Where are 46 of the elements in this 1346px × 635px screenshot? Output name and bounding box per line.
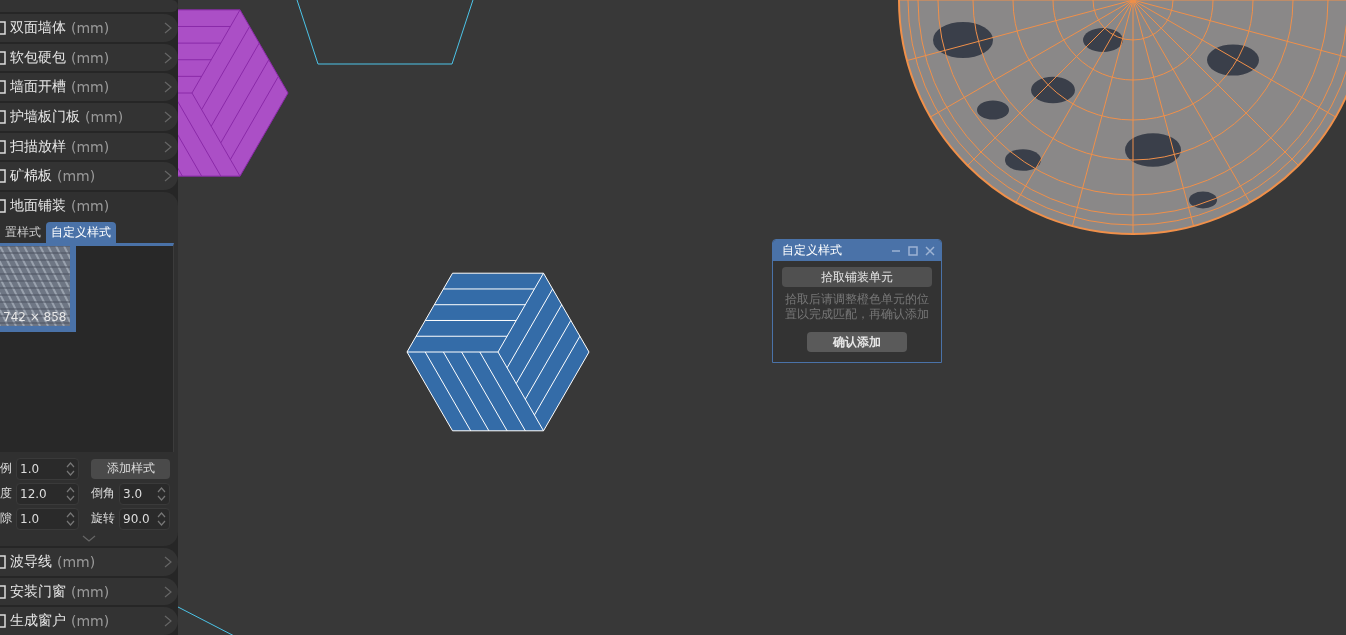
dialog-title: 自定义样式 [782,242,843,259]
style-thumbnail[interactable]: 742 × 858 [0,246,76,333]
chevron-right-icon [164,21,172,34]
chevron-down-icon[interactable] [82,535,96,543]
sidebar-item[interactable]: 墙面开槽 (mm) [0,73,178,101]
field-label: 例 [0,460,12,478]
spinner-arrows-icon [66,511,75,526]
spinner-arrows-icon [157,486,166,501]
field-label: 倒角 [91,485,115,503]
maximize-icon[interactable] [908,245,918,256]
sidebar-item[interactable]: 安装门窗 (mm) [0,577,178,606]
number-field[interactable]: 12.0 [16,482,79,505]
chevron-right-icon [164,615,172,628]
chevron-right-icon [164,555,172,568]
chevron-right-icon [164,140,172,153]
sidebar-item[interactable]: 双面墙体 (mm) [0,14,178,42]
chevron-right-icon [164,81,172,94]
sidebar-item[interactable]: 扫描放样 (mm) [0,132,178,161]
chevron-right-icon [164,51,172,64]
section-title: 地面铺装 [10,197,66,216]
sidebar-item[interactable]: 波导线 (mm) [0,548,178,576]
chevron-right-icon [164,170,172,183]
chevron-right-icon [164,585,172,598]
sidebar-item[interactable]: 软包硬包 (mm) [0,43,178,72]
pick-unit-button[interactable]: 拾取铺装单元 [782,267,932,287]
sidebar-item[interactable]: 生成窗户 (mm) [0,607,178,635]
number-field[interactable]: 1.0 [16,457,79,480]
field-label: 旋转 [91,510,115,528]
number-field[interactable]: 1.0 [16,507,79,530]
field-label: 隙 [0,510,12,528]
image-size: 742 × 858 [3,310,67,325]
sidebar-item[interactable]: 矿棉板 (mm) [0,162,178,191]
spinner-arrows-icon [66,461,75,476]
chevron-right-icon [164,110,172,123]
number-field[interactable]: 3.0 [119,482,170,505]
confirm-add-button[interactable]: 确认添加 [807,332,907,352]
spinner-arrows-icon [66,486,75,501]
number-field[interactable]: 90.0 [119,507,170,530]
tab[interactable]: 自定义样式 [46,222,116,244]
sidebar-item[interactable]: 护墙板门板 (mm) [0,103,178,131]
tab[interactable]: 置样式 [0,222,46,244]
spinner-arrows-icon [157,511,166,526]
unit-label: (mm) [71,198,111,215]
close-icon[interactable] [925,245,935,256]
field-label: 度 [0,485,12,503]
add-style-button[interactable]: 添加样式 [91,458,170,479]
